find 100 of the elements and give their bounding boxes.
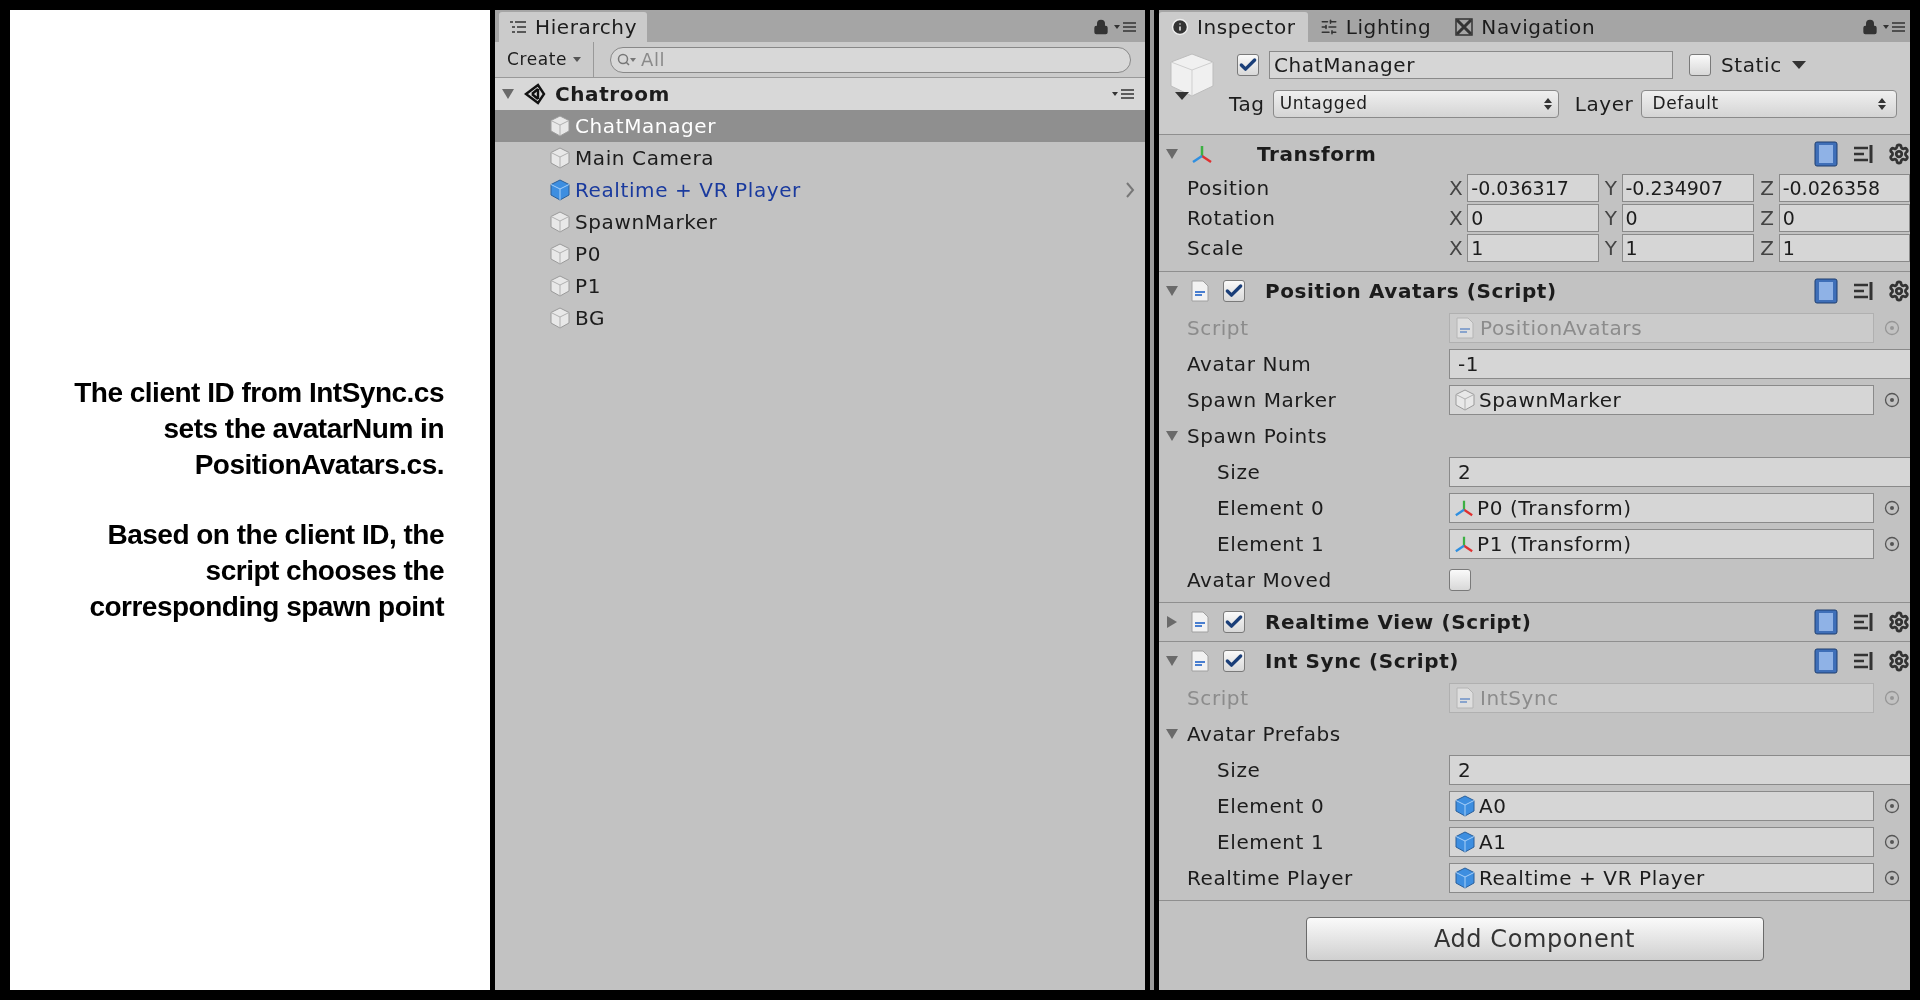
foldout-arrow-icon[interactable] bbox=[1165, 284, 1179, 298]
foldout-arrow-icon[interactable] bbox=[1165, 654, 1179, 668]
number-input-field[interactable]: -0.036317 bbox=[1467, 174, 1599, 202]
foldout-arrow-icon[interactable] bbox=[1165, 429, 1179, 443]
preset-sliders-icon[interactable] bbox=[1852, 280, 1874, 302]
hierarchy-item[interactable]: BG bbox=[495, 302, 1145, 334]
help-book-icon[interactable] bbox=[1814, 648, 1838, 674]
field-label: Element 1 bbox=[1217, 829, 1325, 856]
number-input-field[interactable]: 1 bbox=[1467, 234, 1599, 262]
search-icon bbox=[617, 52, 638, 67]
number-input-field[interactable]: -0.234907 bbox=[1621, 174, 1755, 202]
object-reference-field[interactable]: Realtime + VR Player bbox=[1449, 863, 1874, 893]
field-label: Avatar Moved bbox=[1187, 567, 1332, 594]
object-picker-icon[interactable] bbox=[1884, 536, 1900, 552]
component-enabled-checkbox[interactable] bbox=[1223, 611, 1245, 633]
object-picker-icon[interactable] bbox=[1884, 500, 1900, 516]
axis-label: X bbox=[1449, 235, 1464, 262]
settings-gear-icon[interactable] bbox=[1888, 611, 1910, 633]
object-reference-field[interactable]: A1 bbox=[1449, 827, 1874, 857]
annotation-text: The client ID from IntSync.cs sets the avatarNum in PositionAvatars.cs. bbox=[73, 376, 444, 482]
field-label: Avatar Prefabs bbox=[1187, 721, 1341, 748]
static-checkbox[interactable] bbox=[1689, 54, 1711, 76]
preset-sliders-icon[interactable] bbox=[1852, 143, 1874, 165]
tag-dropdown[interactable]: Untagged bbox=[1272, 90, 1559, 118]
chevron-right-icon[interactable] bbox=[1125, 181, 1135, 199]
field-label: Rotation bbox=[1186, 205, 1277, 232]
script-reference-field: IntSync bbox=[1449, 683, 1874, 713]
cube-icon bbox=[549, 275, 571, 297]
number-input-field[interactable]: 0 bbox=[1778, 204, 1910, 232]
add-component-button[interactable]: Add Component bbox=[1305, 917, 1764, 961]
search-field[interactable]: All bbox=[610, 46, 1131, 73]
object-picker-icon[interactable] bbox=[1884, 870, 1900, 886]
field-label: Realtime Player bbox=[1187, 865, 1353, 892]
inspector-tab[interactable]: Inspector bbox=[1159, 12, 1308, 42]
axis-label: Z bbox=[1760, 235, 1775, 262]
hierarchy-item[interactable]: P0 bbox=[495, 238, 1145, 270]
number-input-field[interactable]: 1 bbox=[1621, 234, 1755, 262]
object-picker-icon[interactable] bbox=[1884, 834, 1900, 850]
field-label: Size bbox=[1217, 459, 1261, 486]
menu-icon[interactable] bbox=[1882, 20, 1906, 34]
script-reference-field: PositionAvatars bbox=[1449, 313, 1874, 343]
menu-icon[interactable] bbox=[1111, 87, 1135, 101]
component-enabled-checkbox[interactable] bbox=[1223, 280, 1245, 302]
object-reference-field[interactable]: SpawnMarker bbox=[1449, 385, 1874, 415]
hierarchy-item[interactable]: Realtime + VR Player bbox=[495, 174, 1145, 206]
number-input-field[interactable]: 1 bbox=[1778, 234, 1910, 262]
foldout-arrow-icon[interactable] bbox=[501, 87, 515, 101]
axis-label: Y bbox=[1604, 175, 1618, 202]
prefab-cube-icon bbox=[1454, 831, 1476, 853]
component-title: Realtime View (Script) bbox=[1265, 609, 1532, 636]
script-file-icon bbox=[1191, 611, 1209, 633]
cube-icon bbox=[549, 147, 571, 169]
lock-icon[interactable] bbox=[1862, 19, 1878, 35]
component-enabled-checkbox[interactable] bbox=[1223, 650, 1245, 672]
hierarchy-tab[interactable]: Hierarchy bbox=[499, 12, 648, 42]
hierarchy-item[interactable]: Main Camera bbox=[495, 142, 1145, 174]
inspector-tab[interactable]: Navigation bbox=[1443, 12, 1608, 42]
help-book-icon[interactable] bbox=[1814, 278, 1838, 304]
field-label: Spawn Marker bbox=[1187, 387, 1337, 414]
script-file-icon bbox=[1456, 317, 1474, 339]
prefab-cube-icon bbox=[549, 179, 571, 201]
object-reference-field[interactable]: P1 (Transform) bbox=[1449, 529, 1874, 559]
hierarchy-item[interactable]: P1 bbox=[495, 270, 1145, 302]
lock-icon[interactable] bbox=[1093, 19, 1109, 35]
object-name-field[interactable]: ChatManager bbox=[1269, 51, 1673, 79]
number-input-field[interactable]: 0 bbox=[1467, 204, 1599, 232]
object-picker-icon[interactable] bbox=[1884, 798, 1900, 814]
active-checkbox[interactable] bbox=[1237, 54, 1259, 76]
scene-name[interactable]: Chatroom bbox=[555, 79, 670, 109]
object-picker-icon[interactable] bbox=[1884, 392, 1900, 408]
foldout-arrow-icon[interactable] bbox=[1165, 147, 1179, 161]
preset-sliders-icon[interactable] bbox=[1852, 650, 1874, 672]
create-dropdown[interactable]: Create bbox=[495, 42, 595, 77]
settings-gear-icon[interactable] bbox=[1888, 650, 1910, 672]
object-reference-field[interactable]: P0 (Transform) bbox=[1449, 493, 1874, 523]
hierarchy-item[interactable]: SpawnMarker bbox=[495, 206, 1145, 238]
settings-gear-icon[interactable] bbox=[1888, 143, 1910, 165]
field-label: Position bbox=[1186, 175, 1271, 202]
object-reference-field[interactable]: A0 bbox=[1449, 791, 1874, 821]
inspector-tab[interactable]: Lighting bbox=[1307, 12, 1444, 42]
number-input-field[interactable]: -0.026358 bbox=[1778, 174, 1910, 202]
axis-label: Z bbox=[1760, 175, 1775, 202]
number-input-field[interactable]: 2 bbox=[1449, 457, 1910, 487]
cube-icon bbox=[549, 243, 571, 265]
number-input-field[interactable]: 0 bbox=[1621, 204, 1755, 232]
settings-gear-icon[interactable] bbox=[1888, 280, 1910, 302]
help-book-icon[interactable] bbox=[1814, 141, 1838, 167]
prefab-cube-icon bbox=[1454, 795, 1476, 817]
preset-sliders-icon[interactable] bbox=[1852, 611, 1874, 633]
toggle-checkbox[interactable] bbox=[1449, 569, 1471, 591]
foldout-arrow-icon[interactable] bbox=[1165, 615, 1179, 629]
help-book-icon[interactable] bbox=[1814, 609, 1838, 635]
number-input-field[interactable]: -1 bbox=[1449, 349, 1910, 379]
menu-icon[interactable] bbox=[1113, 20, 1137, 34]
layer-dropdown[interactable]: Default bbox=[1641, 90, 1898, 118]
number-input-field[interactable]: 2 bbox=[1449, 755, 1910, 785]
foldout-arrow-icon[interactable] bbox=[1165, 727, 1179, 741]
field-label: Scale bbox=[1186, 235, 1245, 262]
sliders-icon bbox=[1319, 18, 1338, 36]
caret-icon[interactable] bbox=[1791, 60, 1806, 70]
